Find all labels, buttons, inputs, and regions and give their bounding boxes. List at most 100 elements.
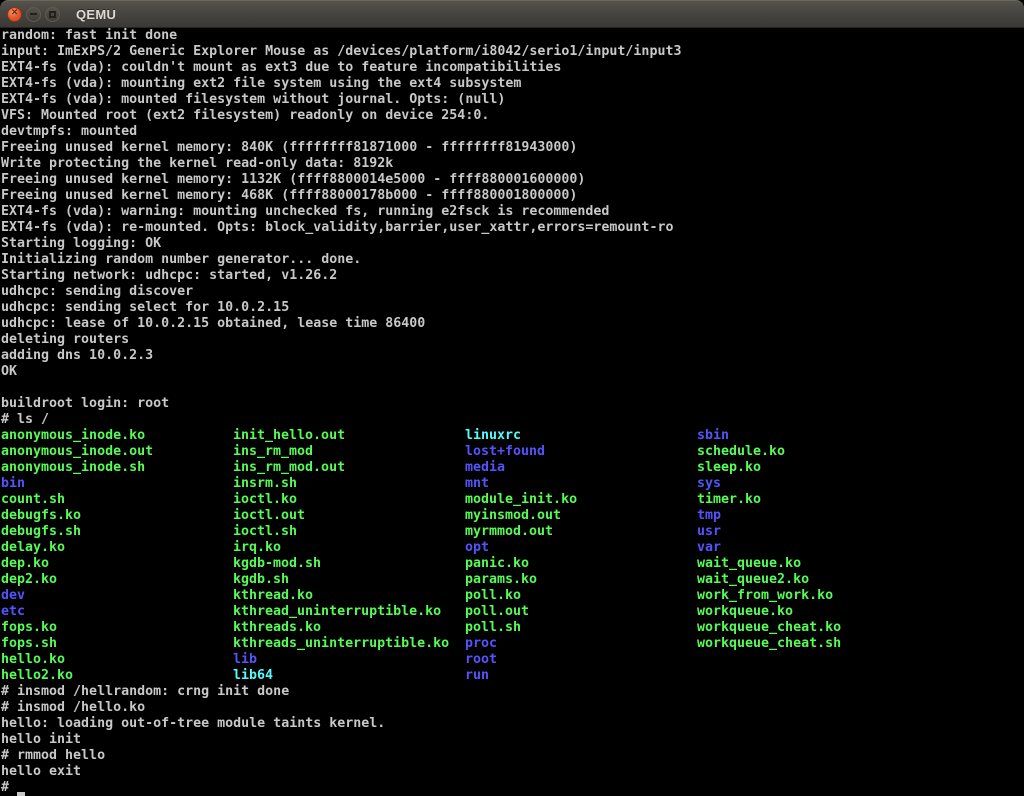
file-entry: ins_rm_mod.out	[233, 460, 465, 476]
console-line: EXT4-fs (vda): mounted filesystem withou…	[1, 92, 1024, 108]
file-entry: bin	[1, 476, 233, 492]
file-entry: anonymous_inode.ko	[1, 428, 233, 444]
file-entry: myrmmod.out	[465, 524, 697, 540]
console-line: Initializing random number generator... …	[1, 252, 1024, 268]
ls-row: anonymous_inode.shins_rm_mod.outmediasle…	[1, 460, 1024, 476]
ls-row: dep2.kokgdb.shparams.kowait_queue2.ko	[1, 572, 1024, 588]
console-line: OK	[1, 364, 1024, 380]
ls-row: hello.kolibroot	[1, 652, 1024, 668]
file-entry: media	[465, 460, 697, 476]
console-line: hello init	[1, 732, 1024, 748]
file-entry: sleep.ko	[697, 460, 929, 476]
file-entry: dev	[1, 588, 233, 604]
console-line: EXT4-fs (vda): re-mounted. Opts: block_v…	[1, 220, 1024, 236]
file-entry: timer.ko	[697, 492, 929, 508]
console-line: buildroot login: root	[1, 396, 1024, 412]
console-line: Starting logging: OK	[1, 236, 1024, 252]
file-entry: wait_queue2.ko	[697, 572, 929, 588]
file-entry: opt	[465, 540, 697, 556]
file-entry: debugfs.sh	[1, 524, 233, 540]
console-line: # insmod /hello.ko	[1, 700, 1024, 716]
file-entry: anonymous_inode.out	[1, 444, 233, 460]
maximize-button[interactable]	[45, 7, 60, 22]
file-entry: myinsmod.out	[465, 508, 697, 524]
file-entry: proc	[465, 636, 697, 652]
file-entry: wait_queue.ko	[697, 556, 929, 572]
console-line: input: ImExPS/2 Generic Explorer Mouse a…	[1, 44, 1024, 60]
ls-row: devkthread.kopoll.kowork_from_work.ko	[1, 588, 1024, 604]
console-line: adding dns 10.0.2.3	[1, 348, 1024, 364]
console-line: EXT4-fs (vda): warning: mounting uncheck…	[1, 204, 1024, 220]
file-entry: var	[697, 540, 929, 556]
console-line	[1, 380, 1024, 396]
ls-row: dep.kokgdb-mod.shpanic.kowait_queue.ko	[1, 556, 1024, 572]
console-line: # ls /	[1, 412, 1024, 428]
console-line: udhcpc: sending select for 10.0.2.15	[1, 300, 1024, 316]
file-entry: debugfs.ko	[1, 508, 233, 524]
close-button[interactable]: ✕	[7, 7, 22, 22]
ls-row: fops.kokthreads.kopoll.shworkqueue_cheat…	[1, 620, 1024, 636]
ls-row: debugfs.koioctl.outmyinsmod.outtmp	[1, 508, 1024, 524]
console-line: hello: loading out-of-tree module taints…	[1, 716, 1024, 732]
console-line: Freeing unused kernel memory: 840K (ffff…	[1, 140, 1024, 156]
ls-row: delay.koirq.kooptvar	[1, 540, 1024, 556]
console-line: EXT4-fs (vda): couldn't mount as ext3 du…	[1, 60, 1024, 76]
file-entry: delay.ko	[1, 540, 233, 556]
ls-row: count.shioctl.komodule_init.kotimer.ko	[1, 492, 1024, 508]
console-line: udhcpc: sending discover	[1, 284, 1024, 300]
minimize-button[interactable]	[26, 7, 41, 22]
console-screen[interactable]: random: fast init doneinput: ImExPS/2 Ge…	[0, 28, 1024, 796]
file-entry: count.sh	[1, 492, 233, 508]
file-entry: kthreads.ko	[233, 620, 465, 636]
file-entry: usr	[697, 524, 929, 540]
file-entry: tmp	[697, 508, 929, 524]
ls-row: anonymous_inode.outins_rm_modlost+founds…	[1, 444, 1024, 460]
prompt-line: #	[1, 780, 1024, 796]
qemu-window: ✕ QEMU random: fast init doneinput: ImEx…	[0, 0, 1024, 796]
console-line: deleting routers	[1, 332, 1024, 348]
file-entry: workqueue_cheat.sh	[697, 636, 929, 652]
file-entry: work_from_work.ko	[697, 588, 929, 604]
file-entry: workqueue.ko	[697, 604, 929, 620]
file-entry: run	[465, 668, 697, 684]
ls-row: debugfs.shioctl.shmyrmmod.outusr	[1, 524, 1024, 540]
file-entry: etc	[1, 604, 233, 620]
file-entry: module_init.ko	[465, 492, 697, 508]
close-icon: ✕	[11, 9, 19, 18]
file-entry: hello.ko	[1, 652, 233, 668]
file-entry: linuxrc	[465, 428, 697, 444]
file-entry: lib64	[233, 668, 465, 684]
ls-row: bininsrm.shmntsys	[1, 476, 1024, 492]
file-entry: fops.sh	[1, 636, 233, 652]
file-entry: ioctl.out	[233, 508, 465, 524]
console-line: Freeing unused kernel memory: 1132K (fff…	[1, 172, 1024, 188]
titlebar[interactable]: ✕ QEMU	[0, 0, 1024, 28]
console-line: random: fast init done	[1, 28, 1024, 44]
file-entry: poll.sh	[465, 620, 697, 636]
file-entry: kgdb.sh	[233, 572, 465, 588]
window-title: QEMU	[76, 7, 116, 22]
ls-row: hello2.kolib64run	[1, 668, 1024, 684]
file-entry: kthread_uninterruptible.ko	[233, 604, 465, 620]
console-line: # rmmod hello	[1, 748, 1024, 764]
file-entry: lost+found	[465, 444, 697, 460]
file-entry: kthread.ko	[233, 588, 465, 604]
file-entry: dep.ko	[1, 556, 233, 572]
file-entry: irq.ko	[233, 540, 465, 556]
file-entry: workqueue_cheat.ko	[697, 620, 929, 636]
file-entry: hello2.ko	[1, 668, 233, 684]
console-line: Freeing unused kernel memory: 468K (ffff…	[1, 188, 1024, 204]
console-line: # insmod /hellrandom: crng init done	[1, 684, 1024, 700]
file-entry: mnt	[465, 476, 697, 492]
console-line: VFS: Mounted root (ext2 filesystem) read…	[1, 108, 1024, 124]
file-entry: anonymous_inode.sh	[1, 460, 233, 476]
file-entry: ioctl.ko	[233, 492, 465, 508]
file-entry: kthreads_uninterruptible.ko	[233, 636, 465, 652]
minimize-icon	[30, 13, 37, 15]
file-entry: lib	[233, 652, 465, 668]
file-entry: root	[465, 652, 697, 668]
file-entry: sbin	[697, 428, 929, 444]
file-entry: ioctl.sh	[233, 524, 465, 540]
file-entry: kgdb-mod.sh	[233, 556, 465, 572]
console-line: devtmpfs: mounted	[1, 124, 1024, 140]
